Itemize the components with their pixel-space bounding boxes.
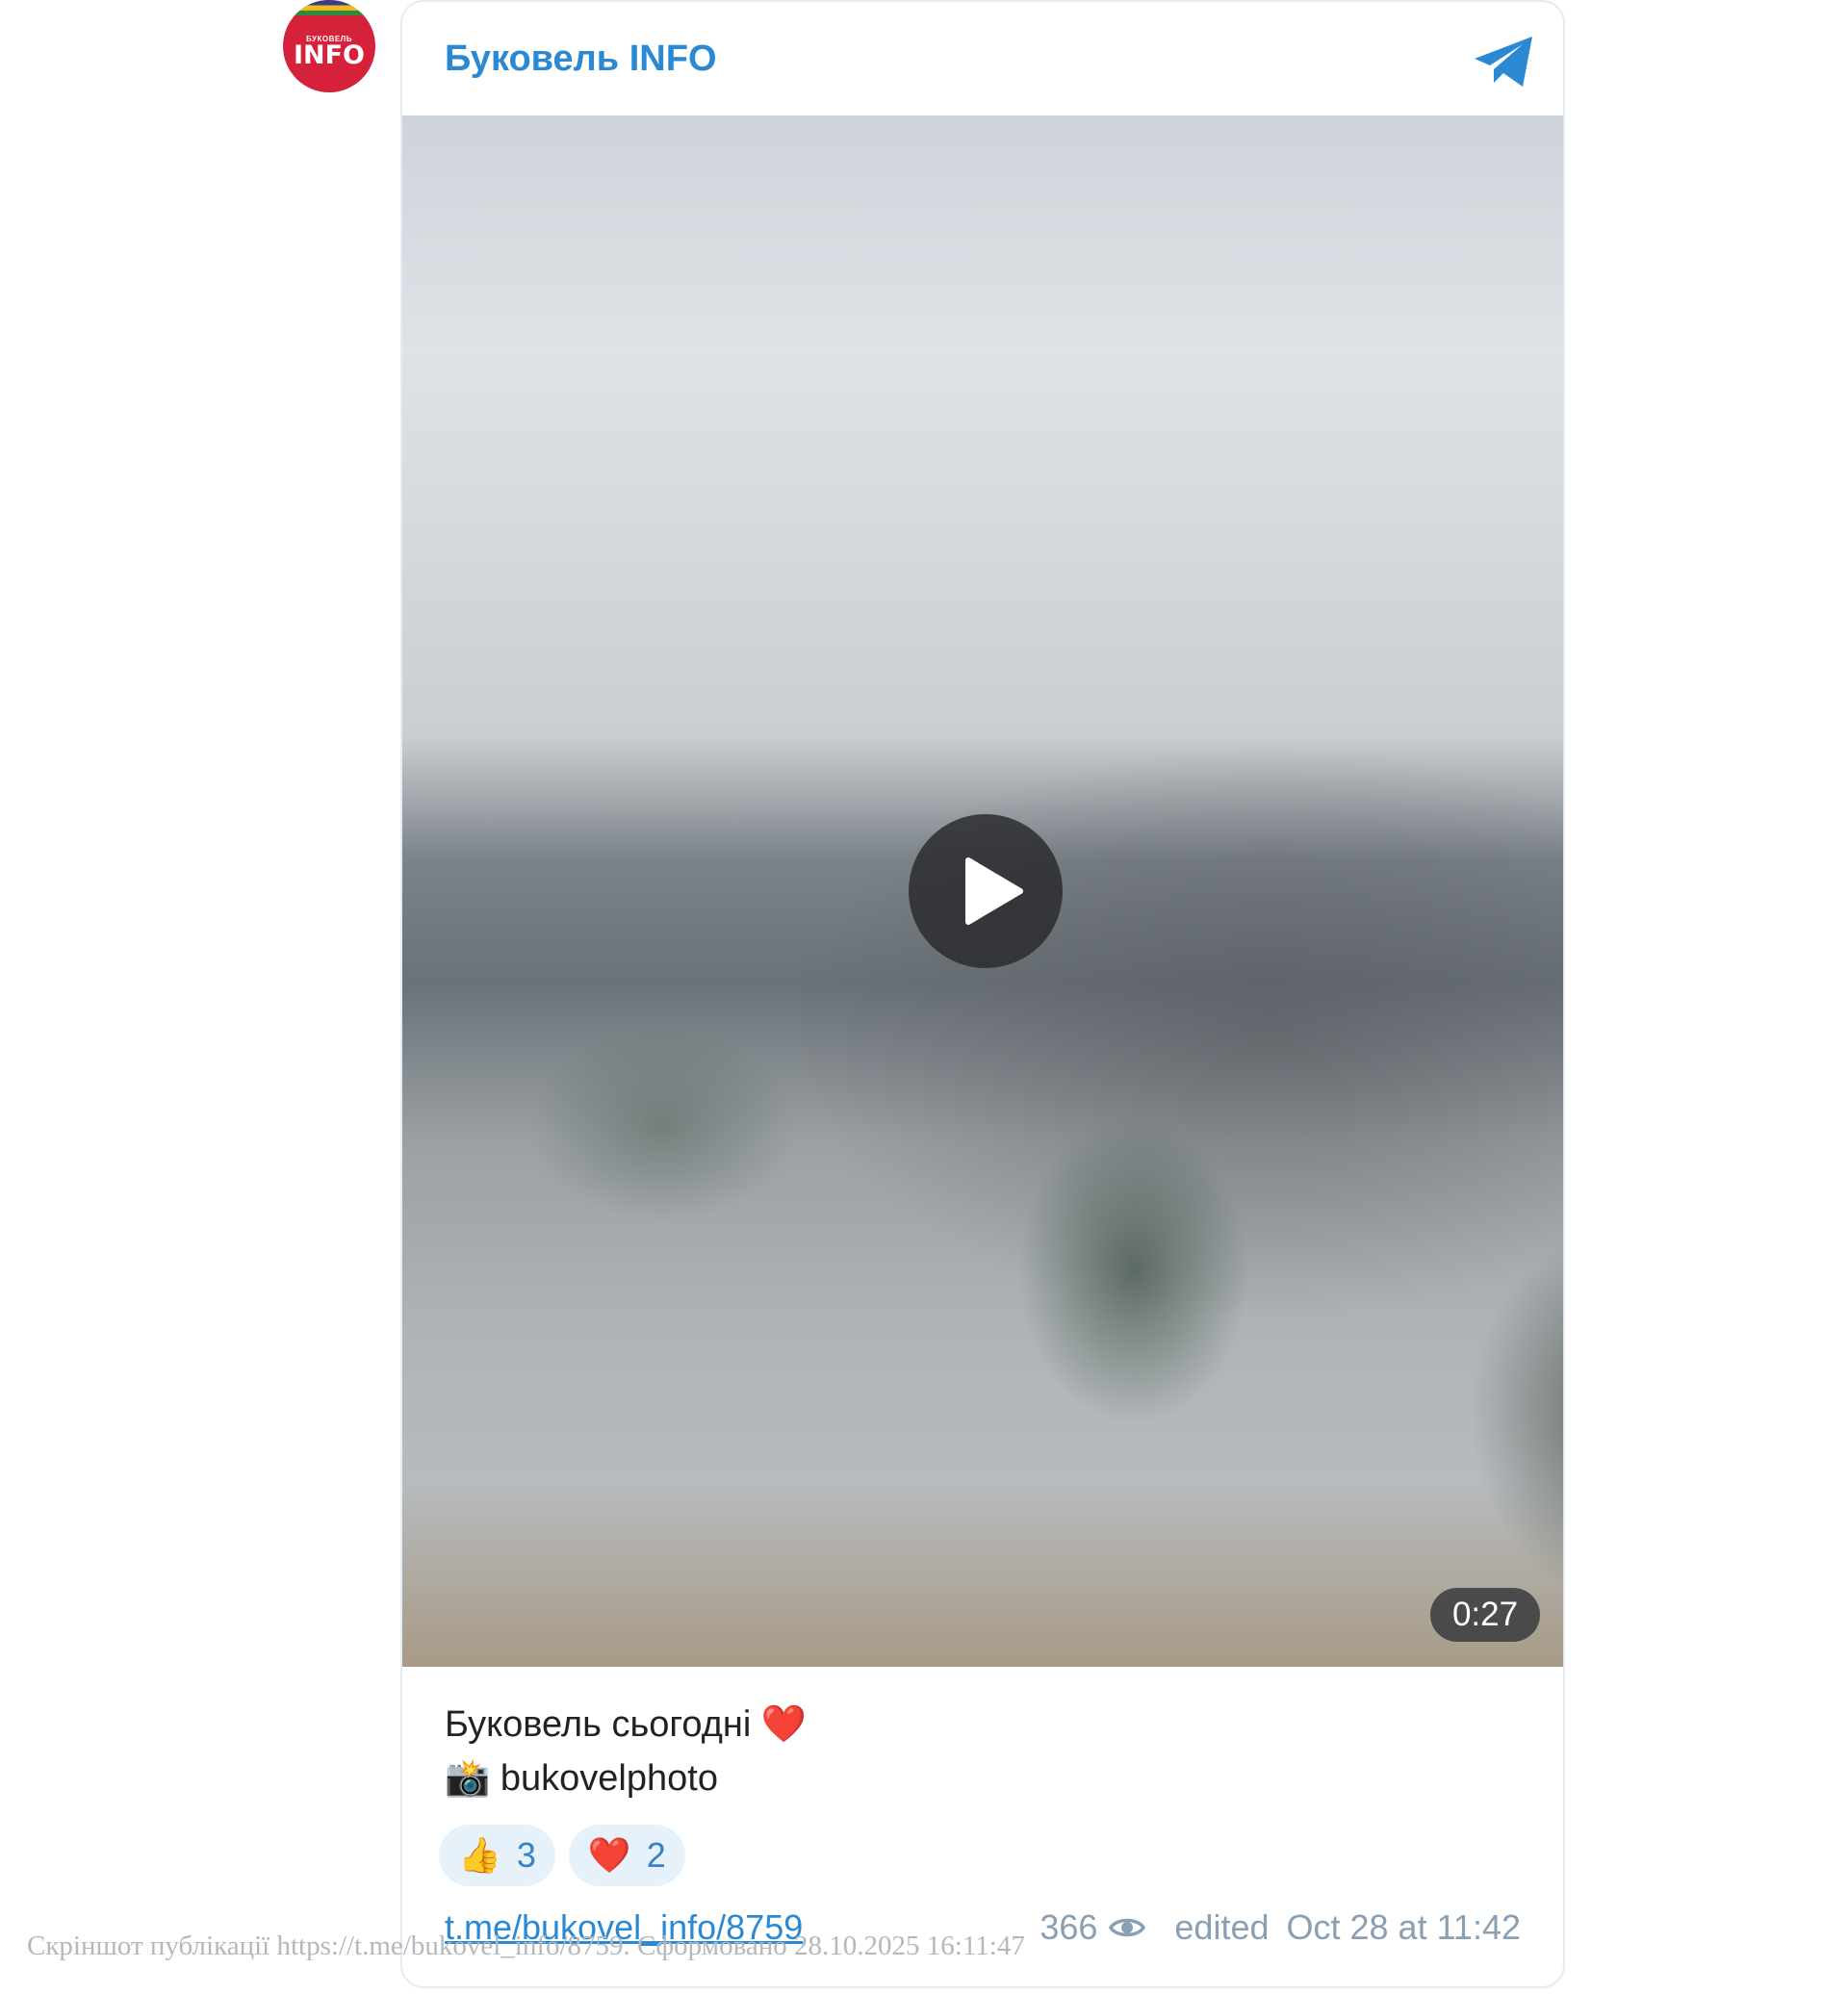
eye-icon (1109, 1918, 1146, 1937)
channel-avatar[interactable]: БУКОВЕЛЬ INFO (283, 0, 375, 92)
view-count: 366 (1040, 1907, 1098, 1947)
post-caption: Буковель сьогодні ❤️ 📸 bukovelphoto (445, 1698, 807, 1805)
channel-name-link[interactable]: Буковель INFO (445, 38, 717, 80)
thumbs-up-icon: 👍 (458, 1835, 501, 1875)
heart-icon: ❤️ (587, 1835, 631, 1875)
post-header: Буковель INFO (402, 2, 1563, 115)
caption-author: bukovelphoto (500, 1758, 718, 1799)
avatar-stripes (283, 0, 375, 15)
post-meta: 366 edited Oct 28 at 11:42 (1040, 1907, 1521, 1948)
reaction-count: 2 (646, 1835, 666, 1875)
caption-text: Буковель сьогодні (445, 1704, 752, 1745)
reaction-count: 3 (516, 1835, 536, 1875)
play-button[interactable] (909, 814, 1063, 968)
caption-line-2: 📸 bukovelphoto (445, 1751, 807, 1805)
screenshot-watermark: Скріншот публікації https://t.me/bukovel… (27, 1930, 1025, 1961)
post-date: Oct 28 at 11:42 (1286, 1907, 1522, 1947)
telegram-icon[interactable] (1471, 33, 1538, 90)
heart-emoji-icon: ❤️ (760, 1704, 808, 1745)
caption-line-1: Буковель сьогодні ❤️ (445, 1698, 807, 1751)
camera-emoji-icon: 📸 (445, 1758, 491, 1799)
reaction-heart[interactable]: ❤️ 2 (568, 1825, 685, 1886)
post-card: Буковель INFO 0:27 Буковель сьогодні ❤️ … (400, 0, 1565, 1988)
video-thumbnail[interactable]: 0:27 (402, 115, 1563, 1667)
video-duration-badge: 0:27 (1430, 1588, 1540, 1642)
play-icon (965, 857, 1023, 925)
edited-label: edited (1174, 1907, 1270, 1947)
reaction-thumbs-up[interactable]: 👍 3 (439, 1825, 555, 1886)
avatar-big-text: INFO (293, 39, 366, 70)
reactions-bar: 👍 3 ❤️ 2 (439, 1825, 685, 1886)
